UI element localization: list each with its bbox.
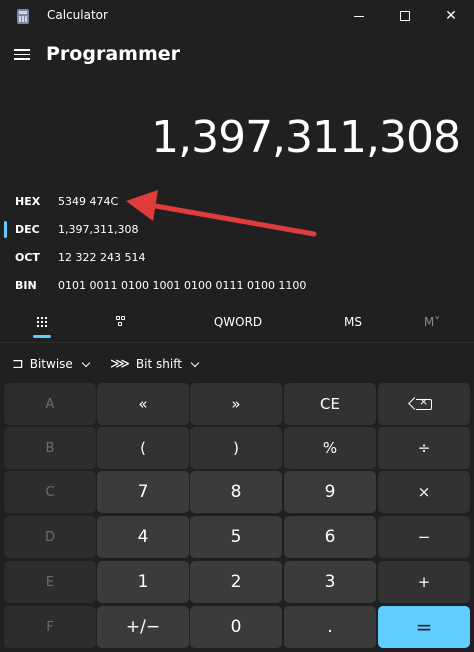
selected-radix-indicator (4, 221, 7, 238)
bitwise-dropdown[interactable]: ⊐ Bitwise (12, 352, 91, 376)
oct-label: OCT (15, 251, 40, 264)
key-7[interactable]: 7 (97, 471, 189, 513)
key-1[interactable]: 1 (97, 561, 189, 603)
key-2[interactable]: 2 (190, 561, 282, 603)
keypad-tabs: QWORD MS M˅ (0, 307, 474, 338)
logic-gate-icon: ⊐ (12, 356, 24, 372)
divider (0, 342, 474, 343)
key-percent[interactable]: % (284, 427, 376, 469)
minimize-button[interactable] (336, 0, 382, 32)
calculator-icon (17, 9, 29, 24)
radix-dec[interactable]: DEC 1,397,311,308 (0, 218, 474, 244)
bit-toggling-keypad-icon (116, 316, 126, 328)
key-c[interactable]: C (4, 471, 96, 513)
bin-label: BIN (15, 279, 37, 292)
tab-full-keypad[interactable] (22, 307, 62, 337)
dec-label: DEC (15, 223, 40, 236)
key-9[interactable]: 9 (284, 471, 376, 513)
chevron-down-icon (190, 358, 200, 367)
key-negate[interactable]: +/− (97, 606, 189, 648)
word-size-button[interactable]: QWORD (198, 307, 278, 337)
dec-value: 1,397,311,308 (58, 223, 139, 236)
memory-recall-button[interactable]: M˅ (412, 307, 452, 337)
key-0[interactable]: 0 (190, 606, 282, 648)
key-d[interactable]: D (4, 516, 96, 558)
key-5[interactable]: 5 (190, 516, 282, 558)
key-subtract[interactable]: − (378, 516, 470, 558)
bitwise-label: Bitwise (29, 357, 73, 371)
close-icon: ✕ (445, 8, 457, 24)
mode-title: Programmer (46, 43, 180, 65)
oct-value: 12 322 243 514 (58, 251, 146, 264)
key-e[interactable]: E (4, 561, 96, 603)
memory-store-button[interactable]: MS (323, 307, 383, 337)
hamburger-menu-icon[interactable] (14, 46, 32, 64)
key-add[interactable]: + (378, 561, 470, 603)
key-open-paren[interactable]: ( (97, 427, 189, 469)
backspace-icon (416, 395, 432, 410)
key-equals[interactable]: = (378, 606, 470, 648)
window-title: Calculator (47, 8, 108, 22)
result-display: 1,397,311,308 (151, 112, 461, 163)
chevron-down-icon (81, 358, 91, 367)
radix-hex[interactable]: HEX 5349 474C (0, 190, 474, 216)
hex-label: HEX (15, 195, 41, 208)
key-right-shift[interactable]: » (190, 383, 282, 425)
minimize-icon (354, 15, 364, 17)
bitshift-dropdown[interactable]: ⋙ Bit shift (110, 352, 200, 376)
key-a[interactable]: A (4, 383, 96, 425)
radix-bin[interactable]: BIN 0101 0011 0100 1001 0100 0111 0100 1… (0, 274, 474, 300)
key-4[interactable]: 4 (97, 516, 189, 558)
key-8[interactable]: 8 (190, 471, 282, 513)
bitshift-label: Bit shift (135, 357, 182, 371)
bin-value: 0101 0011 0100 1001 0100 0111 0100 1100 (58, 279, 307, 292)
key-divide[interactable]: ÷ (378, 427, 470, 469)
key-multiply[interactable]: × (378, 471, 470, 513)
maximize-button[interactable] (382, 0, 428, 32)
tab-bit-toggling[interactable] (101, 307, 141, 337)
keypad: A « » CE B ( ) % ÷ C 7 8 9 × D 4 5 6 − E… (0, 380, 474, 652)
bit-shift-icon: ⋙ (110, 356, 130, 372)
hex-value: 5349 474C (58, 195, 119, 208)
close-button[interactable]: ✕ (428, 0, 474, 32)
key-backspace[interactable] (378, 383, 470, 425)
full-keypad-icon (36, 316, 48, 328)
active-tab-indicator (33, 335, 51, 338)
key-6[interactable]: 6 (284, 516, 376, 558)
title-bar: Calculator ✕ (0, 0, 474, 32)
maximize-icon (400, 11, 410, 21)
key-b[interactable]: B (4, 427, 96, 469)
key-left-shift[interactable]: « (97, 383, 189, 425)
key-3[interactable]: 3 (284, 561, 376, 603)
key-decimal[interactable]: . (284, 606, 376, 648)
key-close-paren[interactable]: ) (190, 427, 282, 469)
key-clear-entry[interactable]: CE (284, 383, 376, 425)
key-f[interactable]: F (4, 606, 96, 648)
radix-oct[interactable]: OCT 12 322 243 514 (0, 246, 474, 272)
